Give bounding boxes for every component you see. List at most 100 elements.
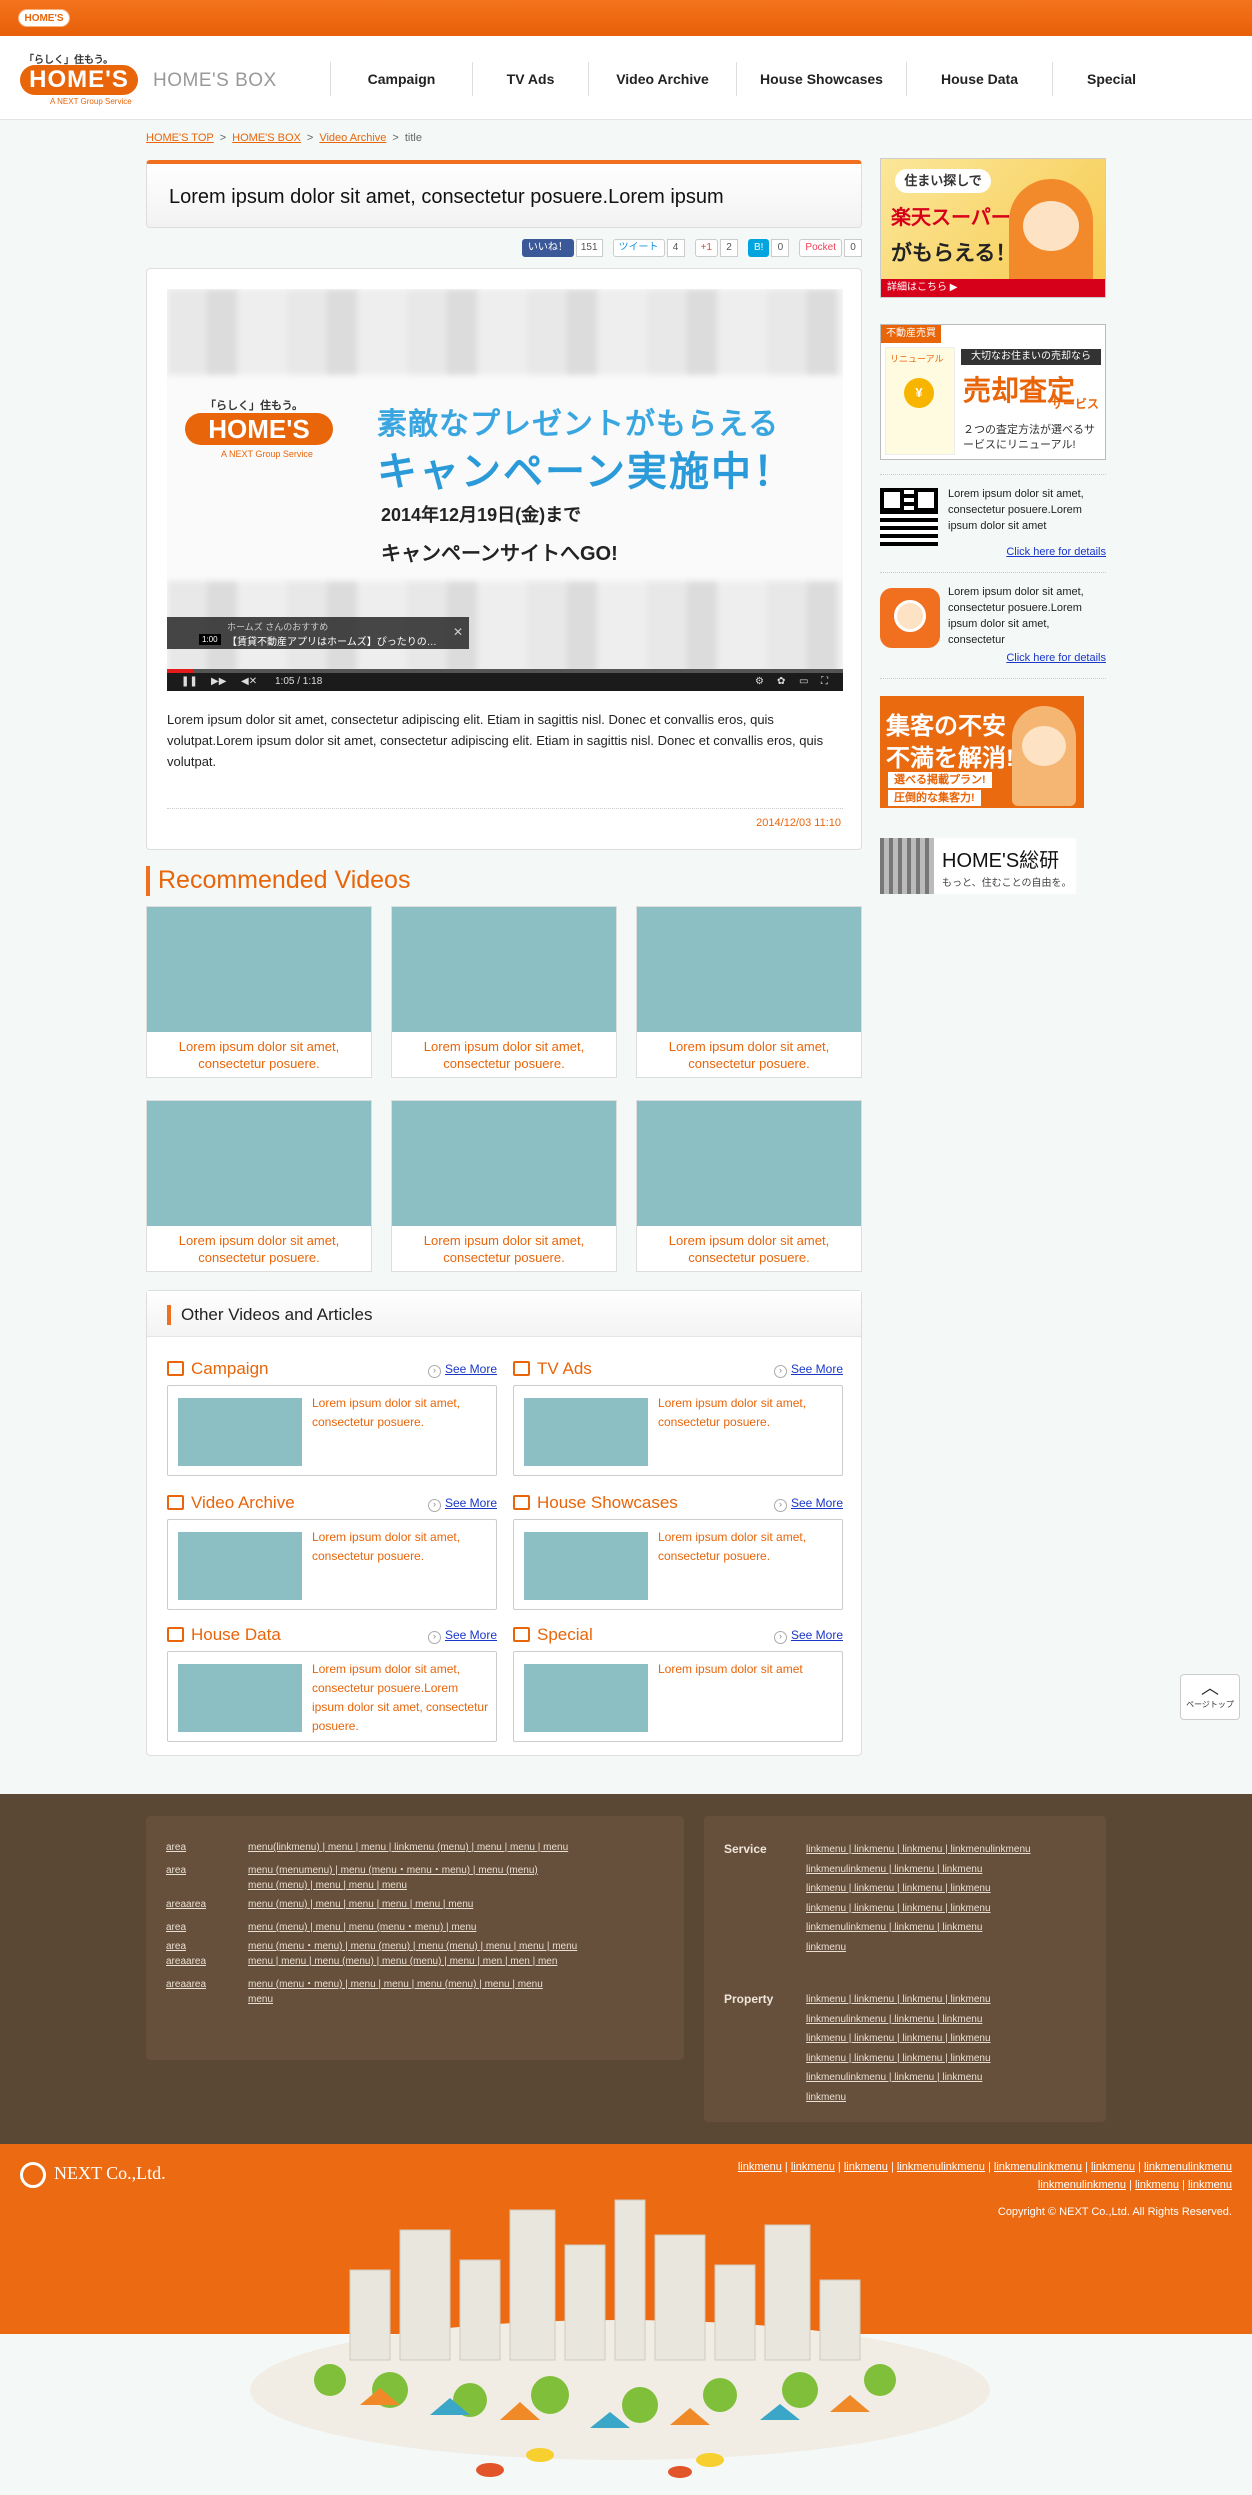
- recommended-caption[interactable]: Lorem ipsum dolor sit amet, consectetur …: [637, 1032, 861, 1072]
- recommended-card[interactable]: Lorem ipsum dolor sit amet, consectetur …: [146, 1100, 372, 1272]
- see-more-link[interactable]: See More: [774, 1496, 843, 1512]
- theater-mode-icon[interactable]: ▭: [799, 676, 808, 687]
- app-details-link[interactable]: Click here for details: [1006, 652, 1106, 664]
- footer-area-row[interactable]: areaarea menu (menu・menu) | menu | menu |…: [166, 1975, 543, 1990]
- footer-area-row[interactable]: area menu (menu) | menu | menu (menu・menu…: [166, 1918, 476, 1933]
- other-item-text[interactable]: Lorem ipsum dolor sit amet, consectetur …: [658, 1528, 838, 1566]
- recommended-caption[interactable]: Lorem ipsum dolor sit amet, consectetur …: [392, 1226, 616, 1266]
- breadcrumb-box[interactable]: HOME'S BOX: [232, 132, 301, 144]
- tweet-button[interactable]: ツイート: [612, 239, 665, 257]
- corporate-link[interactable]: linkmenu: [1135, 2179, 1179, 2191]
- video-thumbnail[interactable]: [178, 1532, 302, 1600]
- other-item-text[interactable]: Lorem ipsum dolor sit amet, consectetur …: [312, 1394, 492, 1432]
- video-player[interactable]: 「らしく」住もう。 HOME'S A NEXT Group Service 素敵…: [167, 289, 843, 691]
- facebook-like[interactable]: いいね！ 151: [521, 238, 603, 258]
- footer-service-list[interactable]: linkmenu | linkmenu | linkmenu | linkmen…: [806, 1840, 1031, 1957]
- breadcrumb-home[interactable]: HOME'S TOP: [146, 132, 214, 144]
- other-section-title[interactable]: Video Archive: [191, 1493, 295, 1513]
- other-section-title[interactable]: House Showcases: [537, 1493, 678, 1513]
- corporate-link[interactable]: linkmenu: [1091, 2161, 1135, 2173]
- other-section-item[interactable]: Lorem ipsum dolor sit amet, consectetur …: [513, 1519, 843, 1610]
- google-plus[interactable]: +1 2: [694, 238, 738, 258]
- next-logo[interactable]: NEXT Co.,Ltd.: [20, 2162, 166, 2188]
- recommended-caption[interactable]: Lorem ipsum dolor sit amet, consectetur …: [147, 1226, 371, 1266]
- nav-campaign[interactable]: Campaign: [330, 62, 472, 96]
- footer-property-list[interactable]: linkmenu | linkmenu | linkmenu | linkmen…: [806, 1990, 991, 2107]
- video-thumbnail[interactable]: [147, 1101, 371, 1226]
- see-more-link[interactable]: See More: [428, 1496, 497, 1512]
- video-thumbnail[interactable]: [524, 1398, 648, 1466]
- pause-icon[interactable]: ❚❚: [181, 676, 198, 687]
- corporate-link[interactable]: linkmenulinkmenu: [1144, 2161, 1232, 2173]
- next-icon[interactable]: ▶▶: [211, 676, 226, 687]
- video-thumbnail[interactable]: [178, 1398, 302, 1466]
- nav-special[interactable]: Special: [1052, 62, 1170, 96]
- sale-assessment-banner[interactable]: 不動産売買 リニューアル ¥ 大切なお住まいの売却なら 売却査定 サービス ２つの…: [880, 324, 1106, 460]
- hd-gear-icon[interactable]: ✿: [777, 676, 785, 687]
- other-section-item[interactable]: Lorem ipsum dolor sit amet, consectetur …: [513, 1385, 843, 1476]
- corporate-link[interactable]: linkmenu: [1188, 2179, 1232, 2191]
- corporate-link[interactable]: linkmenu: [844, 2161, 888, 2173]
- footer-area-row[interactable]: area menu (menu・menu) | menu (menu) | men…: [166, 1937, 577, 1952]
- footer-area-row[interactable]: areaarea menu | menu | menu (menu) | menu…: [166, 1956, 557, 1967]
- footer-area-row[interactable]: menu: [166, 1994, 273, 2005]
- recommended-caption[interactable]: Lorem ipsum dolor sit amet, consectetur …: [147, 1032, 371, 1072]
- other-item-text[interactable]: Lorem ipsum dolor sit amet, consectetur …: [312, 1528, 492, 1566]
- footer-area-row[interactable]: menu (menu) | menu | menu | menu: [166, 1880, 407, 1891]
- homes-research-banner[interactable]: HOME'S総研 もっと、住むことの自由を。: [880, 838, 1076, 894]
- rakuten-point-banner[interactable]: 住まい探しで 楽天スーパーポイント がもらえる！ 詳細はこちら ▶: [880, 158, 1106, 298]
- video-thumbnail[interactable]: [392, 1101, 616, 1226]
- recommended-caption[interactable]: Lorem ipsum dolor sit amet, consectetur …: [392, 1032, 616, 1072]
- close-icon[interactable]: ✕: [453, 625, 463, 639]
- recommended-card[interactable]: Lorem ipsum dolor sit amet, consectetur …: [146, 906, 372, 1078]
- pocket-button[interactable]: Pocket: [799, 239, 842, 257]
- nav-video-archive[interactable]: Video Archive: [588, 62, 736, 96]
- corporate-link[interactable]: linkmenu: [791, 2161, 835, 2173]
- other-section-title[interactable]: Special: [537, 1625, 593, 1645]
- google-plus-button[interactable]: +1: [694, 239, 718, 257]
- pocket[interactable]: Pocket 0: [799, 238, 862, 258]
- video-thumbnail[interactable]: [524, 1532, 648, 1600]
- video-suggestion-overlay[interactable]: 1:00 ホームズ さんのおすすめ 【賃貸不動産アプリはホームズ】ぴったりの… …: [167, 617, 469, 649]
- corporate-link[interactable]: linkmenulinkmenu: [1038, 2179, 1126, 2191]
- twitter-tweet[interactable]: ツイート 4: [612, 238, 685, 258]
- other-section-title[interactable]: House Data: [191, 1625, 281, 1645]
- video-thumbnail[interactable]: [637, 907, 861, 1032]
- see-more-link[interactable]: See More: [774, 1362, 843, 1378]
- nav-house-showcases[interactable]: House Showcases: [736, 62, 906, 96]
- other-section-title[interactable]: TV Ads: [537, 1359, 592, 1379]
- settings-icon[interactable]: ⚙: [755, 676, 764, 687]
- footer-area-row[interactable]: area menu(linkmenu) | menu | menu | linkm…: [166, 1842, 568, 1853]
- recommended-card[interactable]: Lorem ipsum dolor sit amet, consectetur …: [391, 906, 617, 1078]
- other-item-text[interactable]: Lorem ipsum dolor sit amet, consectetur …: [658, 1394, 838, 1432]
- video-thumbnail[interactable]: [147, 907, 371, 1032]
- recommended-card[interactable]: Lorem ipsum dolor sit amet, consectetur …: [636, 1100, 862, 1272]
- homes-logo[interactable]: 「らしく」住もう。 HOME'S A NEXT Group Service: [20, 51, 140, 107]
- recommended-card[interactable]: Lorem ipsum dolor sit amet, consectetur …: [391, 1100, 617, 1272]
- app-icon[interactable]: [880, 588, 940, 648]
- hatena-bookmark[interactable]: B! 0: [747, 238, 790, 258]
- fullscreen-icon[interactable]: ⛶: [821, 676, 828, 687]
- other-section-item[interactable]: Lorem ipsum dolor sit amet, consectetur …: [167, 1519, 497, 1610]
- other-section-item[interactable]: Lorem ipsum dolor sit amet, consectetur …: [167, 1651, 497, 1742]
- see-more-link[interactable]: See More: [428, 1362, 497, 1378]
- video-thumbnail[interactable]: [524, 1664, 648, 1732]
- banner-details-link[interactable]: 詳細はこちら ▶: [881, 279, 1105, 297]
- hatena-bookmark-button[interactable]: B!: [747, 239, 770, 257]
- volume-icon[interactable]: ◀✕: [241, 676, 257, 687]
- breadcrumb-archive[interactable]: Video Archive: [319, 132, 386, 144]
- nav-house-data[interactable]: House Data: [906, 62, 1052, 96]
- video-thumbnail[interactable]: [637, 1101, 861, 1226]
- facebook-like-button[interactable]: いいね！: [521, 239, 574, 257]
- corporate-link[interactable]: linkmenu: [738, 2161, 782, 2173]
- mini-logo[interactable]: HOME'S: [18, 9, 70, 27]
- video-thumbnail[interactable]: [392, 907, 616, 1032]
- footer-area-row[interactable]: area menu (menumenu) | menu (menu・menu・me…: [166, 1861, 538, 1876]
- video-thumbnail[interactable]: [178, 1664, 302, 1732]
- other-section-item[interactable]: Lorem ipsum dolor sit amet, consectetur …: [167, 1385, 497, 1476]
- recommended-card[interactable]: Lorem ipsum dolor sit amet, consectetur …: [636, 906, 862, 1078]
- corporate-link[interactable]: linkmenulinkmenu: [994, 2161, 1082, 2173]
- qr-details-link[interactable]: Click here for details: [1006, 546, 1106, 558]
- recommended-caption[interactable]: Lorem ipsum dolor sit amet, consectetur …: [637, 1226, 861, 1266]
- other-item-text[interactable]: Lorem ipsum dolor sit amet, consectetur …: [312, 1660, 492, 1736]
